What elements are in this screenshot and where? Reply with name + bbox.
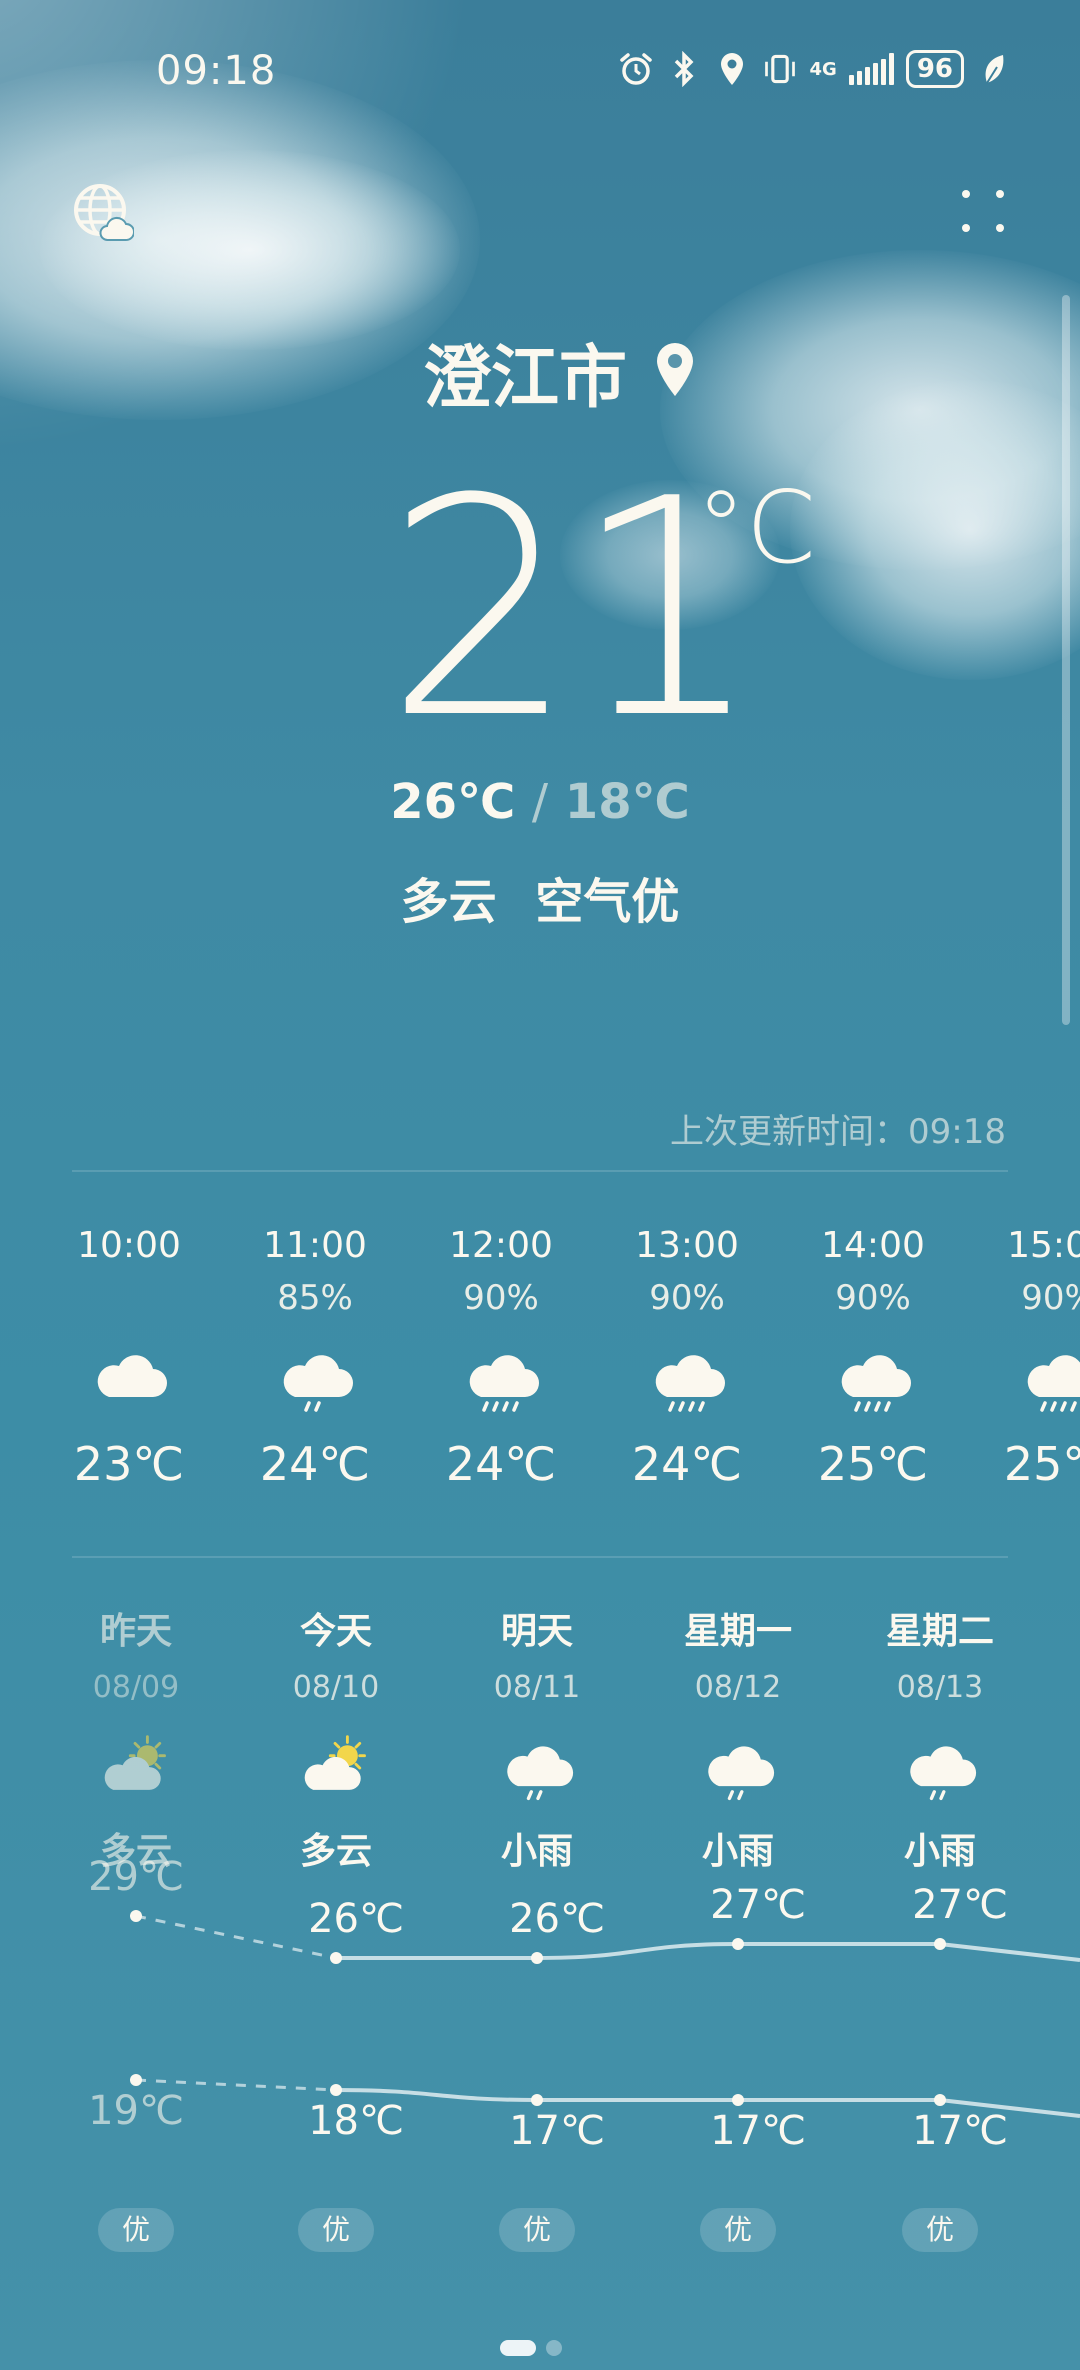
page-indicator (500, 2340, 562, 2356)
signal-icon (848, 53, 894, 85)
more-options-button[interactable] (958, 186, 1008, 236)
day-high-temp: 27℃ (912, 1882, 1008, 1928)
page-dot-active (500, 2340, 536, 2356)
rain-icon (780, 1324, 966, 1434)
day-low-temp: 17℃ (912, 2108, 1008, 2154)
city-name: 澄江市 (422, 339, 627, 418)
divider (72, 1170, 1008, 1172)
hour-precipitation: 90% (835, 1278, 911, 1318)
city-management-button[interactable] (70, 180, 135, 244)
globe-cloud-icon (74, 184, 135, 241)
hourly-item[interactable]: 13:00 90% 24℃ (594, 1220, 780, 1494)
low-temp-point (531, 2094, 543, 2106)
aqi-badge: 优 (98, 2208, 174, 2252)
hour-precipitation: 90% (463, 1278, 539, 1318)
high-temp-point (531, 1952, 543, 1964)
hour-temperature: 25℃ (1003, 1437, 1080, 1491)
high-temp-line (335, 1942, 1080, 1962)
hour-time: 10:00 (77, 1225, 181, 1266)
low-temp-point (732, 2094, 744, 2106)
day-high-temp: 29℃ (88, 1854, 184, 1900)
aqi-badge: 优 (499, 2208, 575, 2252)
day-low-temp: 18℃ (308, 2098, 404, 2144)
current-condition[interactable]: 多云 空气优 (0, 862, 1080, 932)
rain-icon (594, 1324, 780, 1434)
today-high: 26℃ (390, 774, 516, 830)
page-dot (546, 2340, 562, 2356)
day-high-temp: 26℃ (509, 1896, 605, 1942)
hour-precipitation (36, 1272, 222, 1324)
aqi-badge: 优 (902, 2208, 978, 2252)
hourly-item[interactable]: 10:00 23℃ (36, 1220, 222, 1494)
hour-precipitation: 85% (277, 1278, 353, 1318)
alarm-icon (618, 51, 654, 87)
hour-time: 13:00 (635, 1225, 739, 1266)
aqi-badge: 优 (298, 2208, 374, 2252)
battery-icon: 96 (905, 50, 964, 88)
day-high-temp: 26℃ (308, 1896, 404, 1942)
high-temp-point (130, 1910, 142, 1922)
hour-temperature: 24℃ (445, 1437, 557, 1491)
network-label: 4G (809, 58, 837, 80)
high-low-separator: / (531, 774, 549, 830)
hour-precipitation: 90% (1021, 1278, 1080, 1318)
high-temp-point (934, 1938, 946, 1950)
status-icons: 4G 96 (618, 50, 1013, 88)
more-dots-icon (962, 190, 1004, 232)
high-temp-point (330, 1952, 342, 1964)
rain-icon (966, 1324, 1080, 1434)
hour-precipitation: 90% (649, 1278, 725, 1318)
hourly-forecast[interactable]: 10:00 23℃ 11:00 85% 24℃ 12:00 90% 24℃ 13:00 90% 24… (0, 1220, 1080, 1520)
battery-level: 96 (916, 54, 953, 84)
hour-time: 15:00 (1007, 1225, 1080, 1266)
hour-temperature: 24℃ (259, 1437, 371, 1491)
hour-temperature: 25℃ (817, 1437, 929, 1491)
cloudy-icon (36, 1324, 222, 1434)
day-low-temp: 17℃ (509, 2108, 605, 2154)
city-header[interactable]: 澄江市 (0, 322, 1080, 421)
low-temp-point (130, 2074, 142, 2086)
light-rain-icon (222, 1324, 408, 1434)
bluetooth-icon (666, 51, 702, 87)
hour-time: 12:00 (449, 1225, 553, 1266)
last-updated: 上次更新时间：09:18 (670, 1112, 1006, 1152)
daily-forecast[interactable]: 昨天 08/09 多云 今天 08/10 多云 明天 08/11 小雨 星期一 08/12 小雨 星期二… (0, 1604, 1080, 2264)
hour-temperature: 24℃ (631, 1437, 743, 1491)
day-low-temp: 19℃ (88, 2088, 184, 2134)
day-low-temp: 17℃ (710, 2108, 806, 2154)
vibrate-icon (762, 51, 798, 87)
location-icon (714, 51, 750, 87)
rain-icon (408, 1324, 594, 1434)
low-temp-point (934, 2094, 946, 2106)
hourly-item[interactable]: 15:00 90% 25℃ (966, 1220, 1080, 1494)
hour-time: 11:00 (263, 1225, 367, 1266)
hourly-item[interactable]: 12:00 90% 24℃ (408, 1220, 594, 1494)
hourly-item[interactable]: 14:00 90% 25℃ (780, 1220, 966, 1494)
status-time: 09:18 (156, 48, 277, 94)
hour-time: 14:00 (821, 1225, 925, 1266)
aqi-badge: 优 (700, 2208, 776, 2252)
day-high-temp: 27℃ (710, 1882, 806, 1928)
leaf-icon (976, 51, 1012, 87)
high-temp-point (732, 1938, 744, 1950)
low-temp-point (330, 2084, 342, 2096)
hourly-item[interactable]: 11:00 85% 24℃ (222, 1220, 408, 1494)
divider (72, 1556, 1008, 1558)
today-high-low: 26℃ / 18℃ (0, 774, 1080, 830)
hour-temperature: 23℃ (73, 1437, 185, 1491)
location-pin-icon (653, 342, 697, 402)
temperature-unit: °C (696, 469, 816, 586)
today-low: 18℃ (564, 774, 690, 830)
